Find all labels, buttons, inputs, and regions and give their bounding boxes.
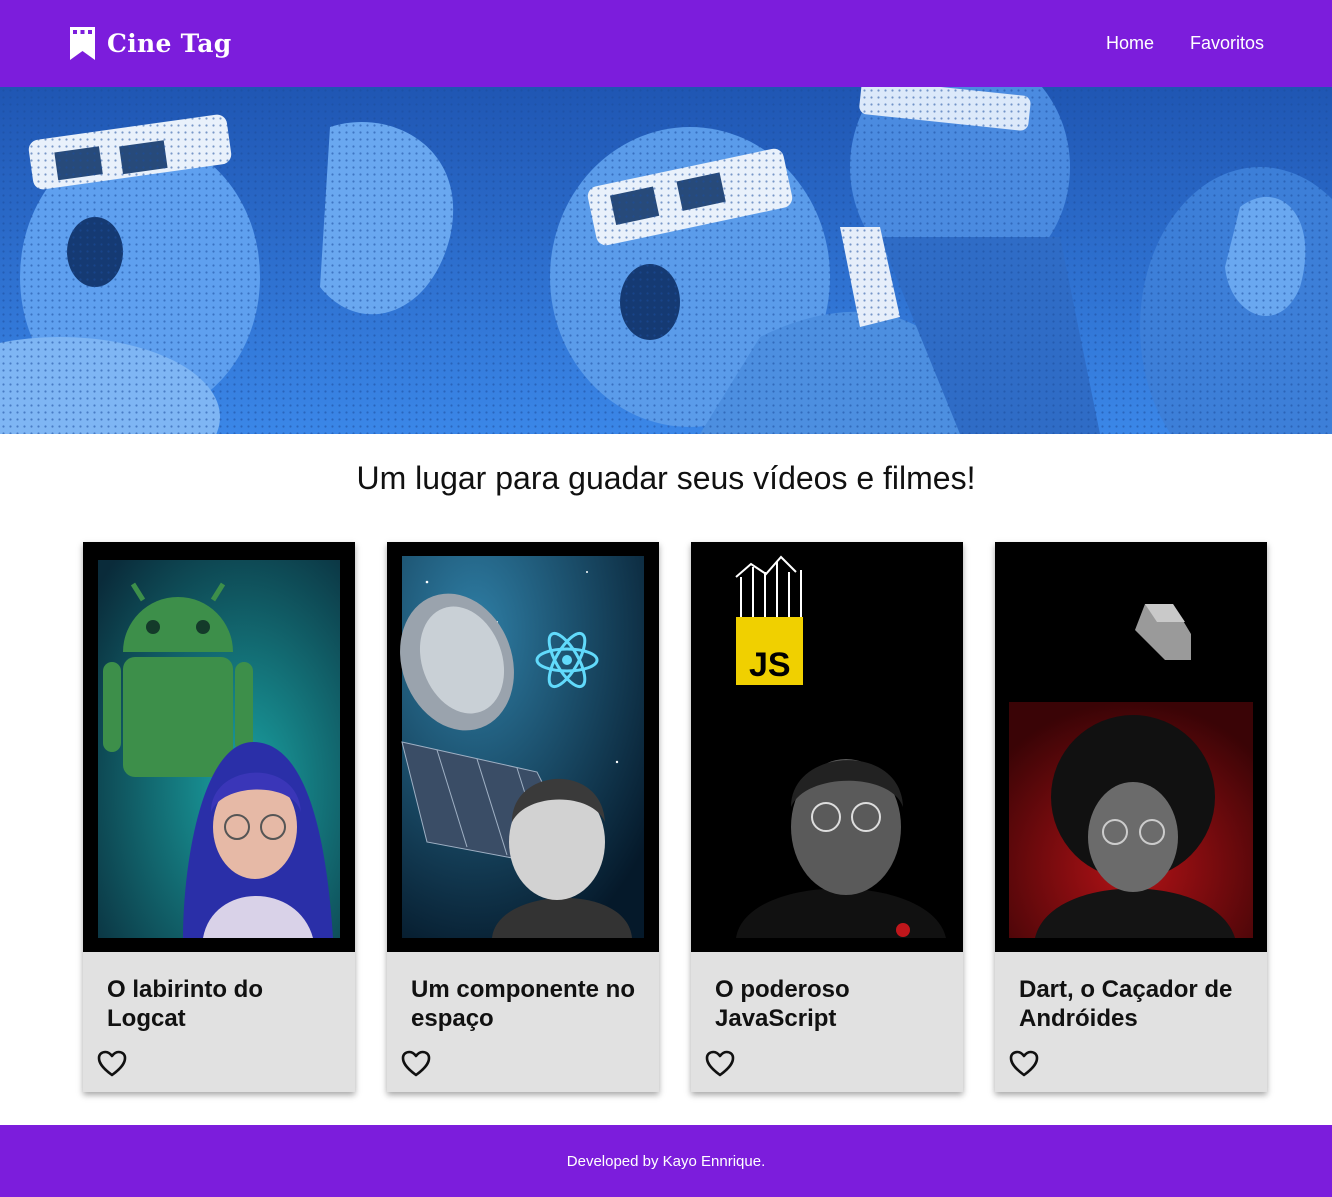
site-footer: Developed by Kayo Ennrique. (0, 1125, 1332, 1197)
nav-link-home[interactable]: Home (1106, 33, 1154, 54)
nav-link-favoritos[interactable]: Favoritos (1190, 33, 1264, 54)
heart-outline-icon[interactable] (1009, 1050, 1039, 1078)
video-thumbnail[interactable] (995, 542, 1267, 952)
logo[interactable]: Cine Tag (70, 27, 231, 60)
site-header: Cine Tag Home Favoritos (0, 0, 1332, 87)
hero-banner (0, 87, 1332, 434)
footer-credit: Developed by Kayo Ennrique. (566, 1152, 766, 1170)
video-card: JS O poderoso JavaScript (691, 542, 963, 1092)
video-gallery: O labirinto do Logcat Um componente no e… (83, 542, 1267, 1092)
logo-text: Cine Tag (107, 29, 232, 58)
svg-text:JS: JS (749, 646, 791, 684)
heart-outline-icon[interactable] (401, 1050, 431, 1078)
video-thumbnail[interactable] (387, 542, 659, 952)
video-title: Dart, o Caçador de Andróides (1019, 976, 1233, 1032)
video-card: Dart, o Caçador de Andróides (995, 542, 1267, 1092)
video-card: O labirinto do Logcat (83, 542, 355, 1092)
main-nav: Home Favoritos (1106, 33, 1264, 54)
bookmark-film-icon (70, 27, 95, 60)
video-title: O poderoso JavaScript (715, 976, 850, 1032)
heart-outline-icon[interactable] (97, 1050, 127, 1078)
video-title: Um componente no espaço (411, 976, 636, 1032)
video-title: O labirinto do Logcat (107, 976, 263, 1032)
heart-outline-icon[interactable] (705, 1050, 735, 1078)
banner-image (0, 87, 1332, 434)
video-card: Um componente no espaço (387, 542, 659, 1092)
video-thumbnail[interactable]: JS (691, 542, 963, 952)
video-thumbnail[interactable] (83, 542, 355, 952)
page-headline: Um lugar para guadar seus vídeos e filme… (356, 460, 976, 496)
